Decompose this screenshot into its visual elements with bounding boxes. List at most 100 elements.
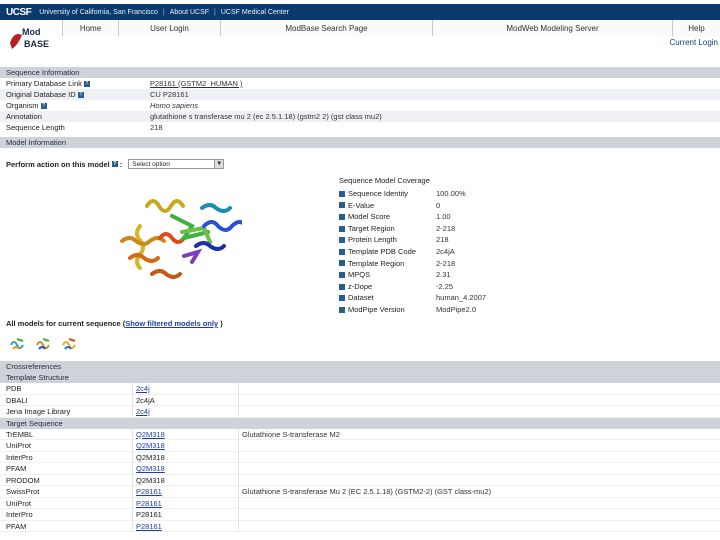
help-icon[interactable] bbox=[339, 202, 345, 209]
seq-row-original-id: Original Database ID? CU P28161 bbox=[0, 89, 720, 100]
helix-cyan bbox=[200, 203, 232, 213]
help-icon[interactable] bbox=[339, 271, 345, 278]
xref-link[interactable]: Q2M318 bbox=[136, 463, 165, 475]
model-info-header: Model Information bbox=[0, 137, 720, 148]
help-icon[interactable] bbox=[339, 295, 345, 302]
nav-user-login[interactable]: User Login bbox=[118, 20, 220, 36]
xref-link[interactable]: Q2M318 bbox=[136, 475, 165, 487]
protein-structure-image[interactable] bbox=[112, 186, 248, 296]
link-ucsf[interactable]: University of California, San Francisco bbox=[39, 9, 158, 16]
row-value: Homo sapiens bbox=[150, 101, 198, 110]
row-value: CU P28161 bbox=[150, 90, 189, 99]
table-row: InterPro P28161 bbox=[0, 509, 720, 521]
coverage-item: Template PDB Code 2c4jA bbox=[339, 246, 486, 258]
model-action-select[interactable]: Select option ▼ bbox=[128, 159, 225, 169]
model-thumbnails bbox=[8, 333, 80, 353]
help-icon[interactable]: ? bbox=[111, 161, 118, 167]
seq-row-organism: Organism? Homo sapiens bbox=[0, 100, 720, 111]
help-icon[interactable] bbox=[339, 190, 345, 197]
current-login-link[interactable]: Current Login bbox=[670, 38, 718, 47]
separator: | bbox=[162, 8, 165, 16]
xref-link[interactable]: P28161 bbox=[136, 486, 162, 498]
model-action-row: Perform action on this model ? : Select … bbox=[6, 159, 225, 169]
main-nav: Home User Login ModBase Search Page ModW… bbox=[0, 20, 720, 36]
crossrefs-table: Template Structure PDB 2c4j DBALI 2c4jA Je… bbox=[0, 372, 720, 532]
model-thumbnail[interactable] bbox=[34, 333, 54, 353]
row-label: Organism bbox=[6, 101, 39, 110]
link-about-ucsf[interactable]: About UCSF bbox=[170, 9, 209, 16]
helix-yellow-2 bbox=[135, 224, 145, 270]
coverage-item: MPQS 2.31 bbox=[339, 269, 486, 281]
coverage-item: Sequence Identity 100.00% bbox=[339, 188, 486, 200]
helix-brown bbox=[150, 269, 182, 279]
row-label: Original Database ID bbox=[6, 90, 76, 99]
help-icon[interactable] bbox=[339, 248, 345, 255]
coverage-item: Model Score 1.00 bbox=[339, 211, 486, 223]
table-row: PRODOM Q2M318 bbox=[0, 474, 720, 487]
coverage-item: Protein Length 218 bbox=[339, 234, 486, 246]
helix-blue-1 bbox=[202, 220, 248, 232]
help-icon[interactable] bbox=[339, 260, 345, 267]
help-icon[interactable]: ? bbox=[77, 92, 84, 99]
nav-home[interactable]: Home bbox=[62, 20, 118, 36]
ucsf-logo[interactable]: UCSF bbox=[6, 7, 32, 18]
help-icon[interactable] bbox=[339, 283, 345, 290]
table-row: PDB 2c4j bbox=[0, 383, 720, 395]
sequence-info-header: Sequence Information bbox=[0, 67, 720, 78]
row-label: Primary Database Link bbox=[6, 79, 82, 88]
chevron-down-icon[interactable]: ▼ bbox=[214, 160, 224, 168]
separator: | bbox=[214, 8, 216, 16]
loop-purple bbox=[182, 248, 203, 264]
model-thumbnail[interactable] bbox=[8, 333, 28, 353]
help-icon[interactable] bbox=[339, 237, 345, 244]
link-ucsf-medical-center[interactable]: UCSF Medical Center bbox=[221, 9, 289, 16]
all-models-text: All models for current sequence ( bbox=[6, 319, 126, 328]
help-icon[interactable]: ? bbox=[83, 81, 90, 88]
xref-link[interactable]: 2c4jA bbox=[136, 395, 155, 407]
help-icon[interactable] bbox=[339, 225, 345, 232]
table-row: SwissProt P28161 Glutathione S-transferase… bbox=[0, 486, 720, 498]
xref-link[interactable]: 2c4j bbox=[136, 383, 150, 395]
nav-logo-spacer bbox=[0, 20, 62, 36]
seq-row-annotation: Annotation glutathione s transferase mu … bbox=[0, 111, 720, 122]
xref-link[interactable]: P28161 bbox=[136, 521, 162, 533]
row-value: glutathione s transferase mu 2 (ec 2.5.1… bbox=[150, 112, 382, 121]
coverage-item: Dataset human_4.2007 bbox=[339, 292, 486, 304]
table-row: PFAM P28161 bbox=[0, 520, 720, 533]
xref-link[interactable]: Q2M318 bbox=[136, 440, 165, 452]
template-structure-header: Template Structure bbox=[0, 372, 720, 383]
seq-row-primary-db: Primary Database Link? P28161 (GSTM2_HUM… bbox=[0, 78, 720, 89]
helix-yellow-1 bbox=[145, 199, 185, 213]
xref-link[interactable]: Q2M318 bbox=[136, 452, 165, 464]
helix-orange-2 bbox=[128, 253, 160, 263]
coverage-title: Sequence Model Coverage bbox=[339, 176, 430, 185]
action-label: Perform action on this model bbox=[6, 159, 110, 169]
helix-blue-2 bbox=[194, 241, 226, 251]
help-icon[interactable] bbox=[339, 306, 345, 313]
all-models-close: ) bbox=[218, 319, 223, 328]
nav-help[interactable]: Help bbox=[672, 20, 720, 36]
xref-link[interactable]: Q2M318 bbox=[136, 429, 165, 441]
seq-row-length: Sequence Length 218 bbox=[0, 122, 720, 133]
coverage-item: Target Region 2-218 bbox=[339, 223, 486, 235]
help-icon[interactable]: ? bbox=[40, 103, 47, 110]
coverage-item: z-Dope -2.25 bbox=[339, 281, 486, 293]
logo-text-base: BASE bbox=[24, 39, 49, 49]
xref-link[interactable]: P28161 bbox=[136, 509, 162, 521]
select-value: Select option bbox=[132, 160, 170, 168]
table-row: UniProt P28161 bbox=[0, 497, 720, 510]
coverage-item: E-Value 0 bbox=[339, 200, 486, 212]
xref-link[interactable]: 2c4j bbox=[136, 406, 150, 418]
ucsf-topbar: UCSF University of California, San Franc… bbox=[0, 4, 720, 20]
logo-swoosh bbox=[10, 34, 22, 49]
nav-modbase-search[interactable]: ModBase Search Page bbox=[220, 20, 432, 36]
nav-modweb-server[interactable]: ModWeb Modeling Server bbox=[432, 20, 672, 36]
model-thumbnail[interactable] bbox=[60, 333, 80, 353]
primary-db-link[interactable]: P28161 (GSTM2_HUMAN ) bbox=[150, 78, 243, 89]
coverage-item: ModPipe Version ModPipe2.0 bbox=[339, 304, 486, 316]
crossrefs-header: Crossreferences bbox=[0, 361, 720, 372]
xref-link[interactable]: P28161 bbox=[136, 498, 162, 510]
table-row: PFAM Q2M318 bbox=[0, 463, 720, 475]
show-filtered-models-link[interactable]: Show filtered models only bbox=[125, 319, 218, 328]
help-icon[interactable] bbox=[339, 213, 345, 220]
